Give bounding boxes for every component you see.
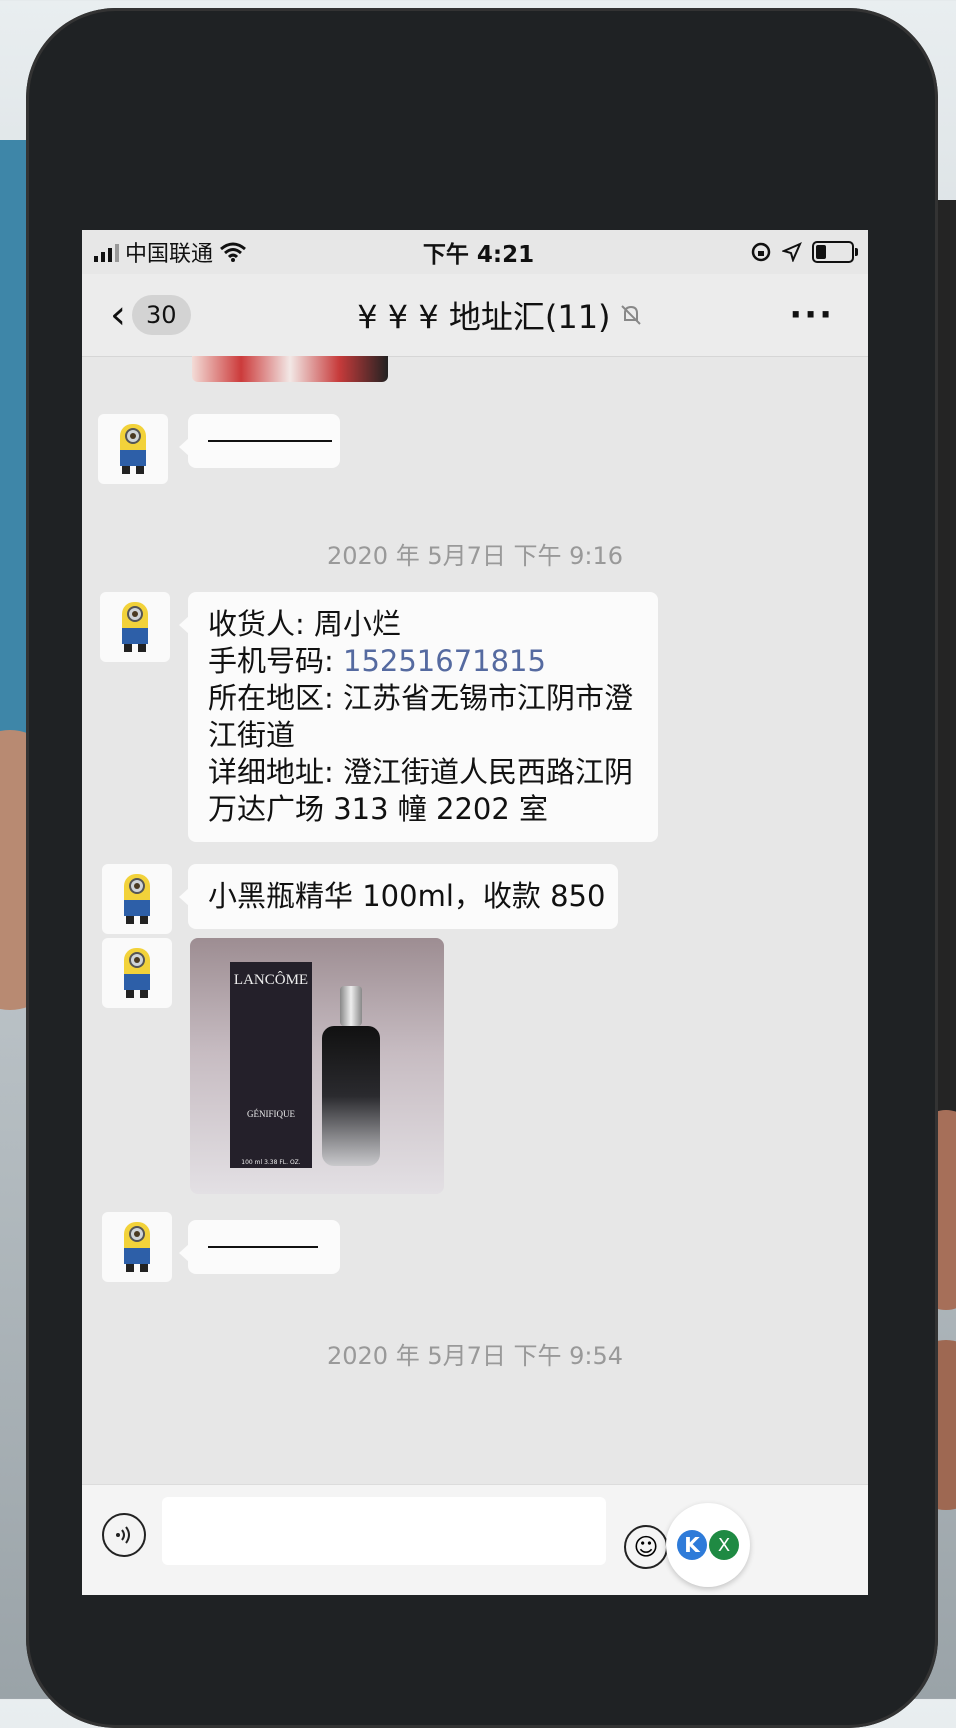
message-bubble-line[interactable]: [179, 1220, 340, 1274]
phone-number-link[interactable]: 15251671815: [343, 644, 546, 678]
input-bar: ☺ K X: [82, 1484, 868, 1595]
avatar[interactable]: [102, 864, 172, 934]
carrier-label: 中国联通: [125, 242, 214, 267]
message-bubble-line[interactable]: [179, 414, 340, 468]
minion-avatar-icon: [120, 424, 146, 474]
chat-title-text: ¥ ¥ ¥ 地址汇(11): [357, 298, 611, 336]
chevron-left-icon: ‹: [110, 292, 126, 338]
message-feed[interactable]: 2020 年 5月7日 下午 9:16 收货人: 周小烂 手机号码: 15251…: [82, 356, 868, 1486]
chat-nav-bar: ‹ 30 ¥ ¥ ¥ 地址汇(11) ···: [82, 274, 868, 357]
widget-x-icon[interactable]: X: [709, 1530, 739, 1560]
floating-widget[interactable]: K X: [666, 1503, 750, 1587]
message-input[interactable]: [162, 1497, 606, 1565]
emoji-icon[interactable]: ☺: [624, 1525, 668, 1569]
minion-avatar-icon: [124, 874, 150, 924]
widget-k-icon[interactable]: K: [677, 1530, 707, 1560]
timestamp: 2020 年 5月7日 下午 9:16: [326, 542, 624, 570]
phone-screen: 中国联通 下午 4:21 ‹ 30 ¥ ¥ ¥ 地址汇(11) ··· 2020…: [82, 230, 868, 1595]
status-left: 中国联通: [82, 236, 247, 268]
previous-image-message[interactable]: [192, 356, 388, 382]
product-bottle: [322, 986, 380, 1166]
phone-label: 手机号码:: [208, 644, 343, 678]
phone-line: 手机号码: 15251671815: [208, 643, 638, 680]
minion-avatar-icon: [124, 948, 150, 998]
detail-address-line: 详细地址: 澄江街道人民西路江阴万达广场 313 幢 2202 室: [208, 755, 633, 826]
mute-bell-icon: [620, 305, 641, 325]
chat-title: ¥ ¥ ¥ 地址汇(11): [357, 292, 642, 338]
avatar[interactable]: [98, 414, 168, 484]
avatar[interactable]: [102, 1212, 172, 1282]
signal-bars-icon: [94, 242, 119, 262]
wifi-icon: [220, 242, 246, 262]
box-product: GÉNIFIQUE: [247, 1109, 295, 1119]
product-photo-message[interactable]: LANCÔME GÉNIFIQUE 100 ml 3.38 FL. OZ.: [190, 938, 444, 1194]
minion-avatar-icon: [122, 602, 148, 652]
unread-count-badge: 30: [132, 295, 191, 335]
receiver-line: 收货人: 周小烂: [208, 607, 401, 641]
battery-icon: [811, 241, 858, 263]
status-time: 下午 4:21: [422, 242, 535, 268]
location-icon: [781, 242, 802, 262]
timestamp: 2020 年 5月7日 下午 9:54: [326, 1342, 624, 1370]
voice-icon[interactable]: [102, 1513, 146, 1557]
status-bar: 中国联通 下午 4:21: [82, 230, 868, 274]
back-button[interactable]: ‹ 30: [82, 295, 191, 335]
address-message-bubble[interactable]: 收货人: 周小烂 手机号码: 15251671815 所在地区: 江苏省无锡市江…: [179, 592, 658, 842]
dash-line: [208, 1246, 318, 1248]
voice-waves-icon: [116, 1526, 130, 1544]
dash-line: [208, 440, 332, 442]
box-volume: 100 ml 3.38 FL. OZ.: [241, 1159, 301, 1166]
product-box: LANCÔME GÉNIFIQUE 100 ml 3.38 FL. OZ.: [230, 962, 312, 1168]
avatar[interactable]: [100, 592, 170, 662]
avatar[interactable]: [102, 938, 172, 1008]
more-icon[interactable]: ···: [789, 295, 868, 335]
region-line: 所在地区: 江苏省无锡市江阴市澄江街道: [208, 681, 633, 752]
rotation-lock-icon: [751, 242, 771, 262]
status-right: [750, 241, 868, 263]
order-message-bubble[interactable]: 小黑瓶精华 100ml，收款 850: [179, 864, 618, 929]
minion-avatar-icon: [124, 1222, 150, 1272]
box-brand: LANCÔME: [233, 972, 309, 988]
